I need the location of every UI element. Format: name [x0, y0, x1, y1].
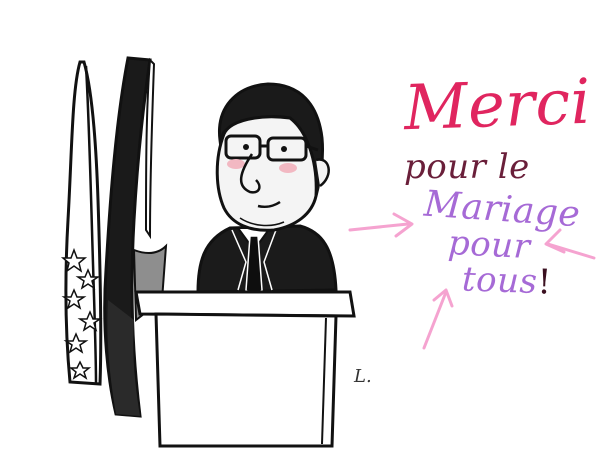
message-tous-word: tous	[461, 259, 539, 303]
eu-flag-icon	[60, 60, 103, 386]
message-exclamation: !	[536, 262, 553, 303]
cartoon-canvas: Merci pour le Mariage pour tous! L.	[0, 0, 600, 457]
message-merci: Merci	[402, 64, 593, 145]
artist-signature: L.	[354, 366, 372, 387]
speaker-head	[215, 82, 330, 232]
arrow-up-icon	[422, 288, 454, 350]
podium-icon	[134, 290, 356, 448]
message-pour-le: pour le	[404, 147, 530, 187]
speaker-body	[196, 224, 338, 300]
arrow-right-icon	[348, 212, 414, 238]
message-tous: tous!	[461, 259, 553, 303]
